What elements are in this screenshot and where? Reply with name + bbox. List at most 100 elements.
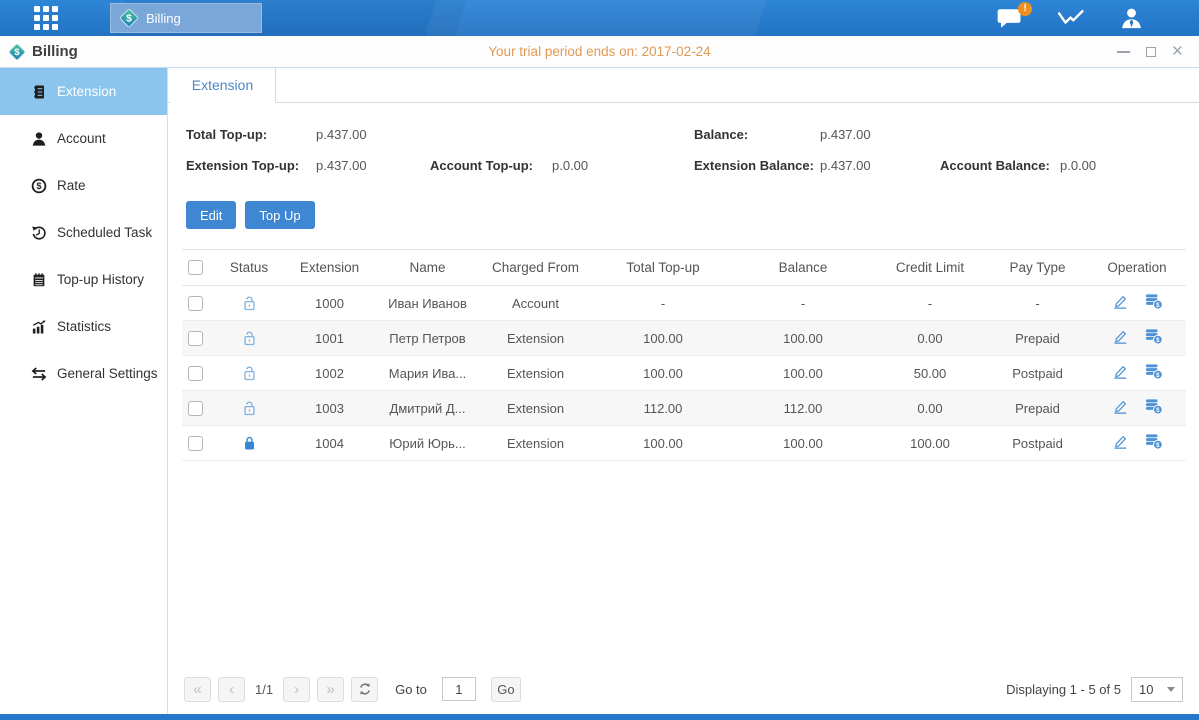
cell-balance: -	[733, 286, 873, 321]
unlocked-status-icon[interactable]	[242, 295, 257, 312]
top-up-row-icon[interactable]: $	[1144, 433, 1163, 450]
close-button[interactable]: ×	[1172, 44, 1183, 60]
cell-credit-limit: 0.00	[873, 321, 987, 356]
extension-topup-label: Extension Top-up:	[186, 158, 316, 173]
cell-total-topup: 100.00	[593, 321, 733, 356]
account-topup-label: Account Top-up:	[430, 158, 552, 173]
balance-value: p.437.00	[820, 127, 871, 142]
cell-total-topup: 100.00	[593, 356, 733, 391]
row-checkbox[interactable]	[188, 436, 203, 451]
locked-status-icon[interactable]	[242, 435, 257, 452]
prev-page-button[interactable]: ‹	[218, 677, 245, 702]
taskbar-billing-tab[interactable]: $ Billing	[110, 3, 262, 33]
cell-total-topup: -	[593, 286, 733, 321]
app-grid-icon[interactable]	[34, 6, 58, 30]
table-body: 1000 Иван Иванов Account - - - -	[182, 286, 1186, 461]
cell-total-topup: 112.00	[593, 391, 733, 426]
page-indicator: 1/1	[255, 682, 273, 697]
go-button[interactable]: Go	[491, 677, 521, 702]
maximize-button[interactable]	[1146, 44, 1156, 60]
sidebar-item-account[interactable]: Account	[0, 115, 167, 162]
col-status: Status	[216, 250, 282, 286]
sidebar-item-label: Account	[57, 131, 106, 146]
tab-bar: Extension	[168, 68, 1199, 103]
top-up-row-icon[interactable]: $	[1144, 293, 1163, 310]
cell-name: Иван Иванов	[377, 286, 478, 321]
sidebar-item-extension[interactable]: Extension	[0, 68, 167, 115]
page-size-select[interactable]: 10	[1131, 677, 1183, 702]
account-balance-label: Account Balance:	[940, 158, 1060, 173]
select-all-checkbox[interactable]	[188, 260, 203, 275]
top-up-button[interactable]: Top Up	[245, 201, 314, 229]
svg-text:$: $	[14, 47, 20, 58]
edit-row-icon[interactable]	[1112, 434, 1129, 450]
person-icon	[30, 131, 48, 147]
bar-chart-icon	[30, 319, 48, 335]
row-checkbox[interactable]	[188, 366, 203, 381]
col-total-topup: Total Top-up	[593, 250, 733, 286]
reports-chart-icon[interactable]	[1057, 7, 1085, 29]
top-up-row-icon[interactable]: $	[1144, 363, 1163, 380]
sidebar-item-general-settings[interactable]: General Settings	[0, 350, 167, 397]
goto-page-input[interactable]	[442, 677, 476, 701]
unlocked-status-icon[interactable]	[242, 330, 257, 347]
notepad-icon	[30, 272, 48, 288]
cell-extension: 1002	[282, 356, 377, 391]
edit-button[interactable]: Edit	[186, 201, 236, 229]
cell-name: Мария Ива...	[377, 356, 478, 391]
cell-credit-limit: 0.00	[873, 391, 987, 426]
extension-balance-label: Extension Balance:	[694, 158, 820, 173]
cell-charged-from: Extension	[478, 391, 593, 426]
taskbar-tab-label: Billing	[146, 11, 181, 26]
row-checkbox[interactable]	[188, 401, 203, 416]
unlocked-status-icon[interactable]	[242, 365, 257, 382]
cell-name: Петр Петров	[377, 321, 478, 356]
cell-credit-limit: -	[873, 286, 987, 321]
history-clock-icon	[30, 225, 48, 241]
tab-extension[interactable]: Extension	[170, 68, 276, 103]
desktop-topbar: $ Billing !	[0, 0, 1199, 36]
next-page-button[interactable]: ›	[283, 677, 310, 702]
edit-row-icon[interactable]	[1112, 364, 1129, 380]
cell-total-topup: 100.00	[593, 426, 733, 461]
total-topup-label: Total Top-up:	[186, 127, 316, 142]
first-page-button[interactable]: «	[184, 677, 211, 702]
edit-row-icon[interactable]	[1112, 399, 1129, 415]
cell-credit-limit: 50.00	[873, 356, 987, 391]
table-row: 1004 Юрий Юрь... Extension 100.00 100.00…	[182, 426, 1186, 461]
notification-badge: !	[1018, 2, 1032, 16]
unlocked-status-icon[interactable]	[242, 400, 257, 417]
sidebar-item-rate[interactable]: $ Rate	[0, 162, 167, 209]
table-row: 1000 Иван Иванов Account - - - -	[182, 286, 1186, 321]
pagination-bar: « ‹ 1/1 › » Go to Go	[168, 670, 1199, 714]
col-charged-from: Charged From	[478, 250, 593, 286]
sidebar-item-label: Rate	[57, 178, 86, 193]
goto-label: Go to	[395, 682, 427, 697]
extension-table-wrap: Status Extension Name Charged From Total…	[168, 229, 1199, 461]
minimize-button[interactable]	[1117, 44, 1130, 60]
top-up-row-icon[interactable]: $	[1144, 328, 1163, 345]
sidebar-item-scheduled-task[interactable]: Scheduled Task	[0, 209, 167, 256]
row-checkbox[interactable]	[188, 296, 203, 311]
refresh-button[interactable]	[351, 677, 378, 702]
top-up-row-icon[interactable]: $	[1144, 398, 1163, 415]
cell-charged-from: Extension	[478, 321, 593, 356]
cell-name: Дмитрий Д...	[377, 391, 478, 426]
user-account-icon[interactable]	[1119, 7, 1144, 30]
sidebar-item-topup-history[interactable]: Top-up History	[0, 256, 167, 303]
last-page-button[interactable]: »	[317, 677, 344, 702]
edit-row-icon[interactable]	[1112, 294, 1129, 310]
dollar-circle-icon: $	[30, 178, 48, 194]
cell-charged-from: Extension	[478, 426, 593, 461]
sidebar: Extension Account $ Rat	[0, 68, 168, 714]
col-pay-type: Pay Type	[987, 250, 1088, 286]
sidebar-item-statistics[interactable]: Statistics	[0, 303, 167, 350]
edit-row-icon[interactable]	[1112, 329, 1129, 345]
cell-pay-type: Prepaid	[987, 321, 1088, 356]
notifications-chat-icon[interactable]: !	[996, 7, 1023, 30]
cell-balance: 100.00	[733, 356, 873, 391]
billing-diamond-icon: $	[8, 43, 26, 61]
cell-balance: 112.00	[733, 391, 873, 426]
svg-text:$: $	[126, 13, 132, 25]
row-checkbox[interactable]	[188, 331, 203, 346]
